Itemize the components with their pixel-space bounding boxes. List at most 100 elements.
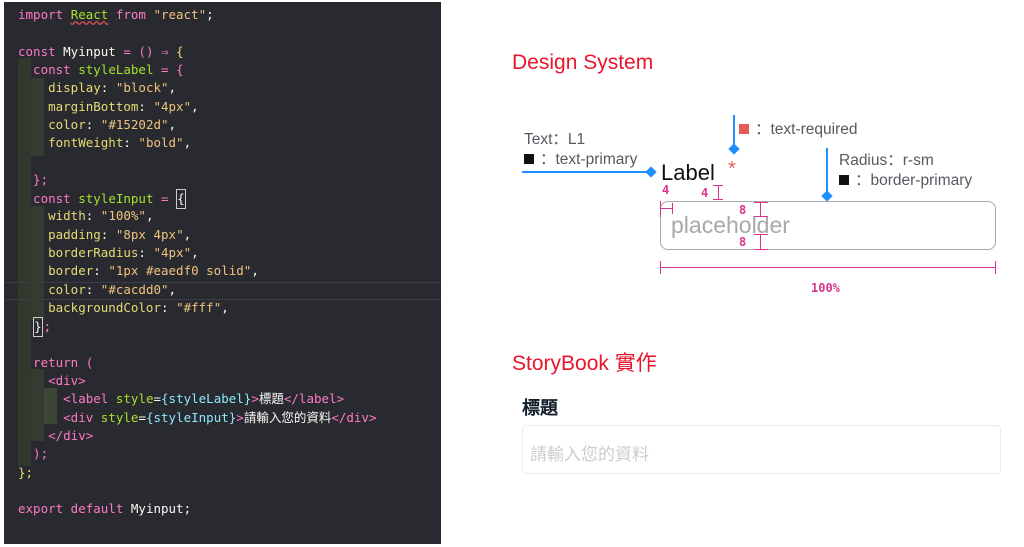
dimension-4-gap: 4 xyxy=(701,186,709,200)
code-token: border xyxy=(18,263,94,279)
code-line: </div> xyxy=(18,427,93,445)
code-line: <div> xyxy=(18,372,86,390)
code-token: import xyxy=(18,7,71,22)
code-token: > xyxy=(251,391,259,407)
code-token: , xyxy=(168,281,177,297)
dimension-tick xyxy=(754,216,768,217)
code-token: = { xyxy=(153,61,184,77)
code-token: styleLabel xyxy=(78,61,154,77)
dimension-tick xyxy=(754,234,768,235)
code-token: = xyxy=(138,409,146,425)
code-line: <label style={styleLabel}>標題</label> xyxy=(18,390,344,408)
code-token: color xyxy=(18,281,86,297)
matched-brace: { xyxy=(176,189,186,209)
code-token: const xyxy=(18,61,79,77)
code-token: display xyxy=(18,80,101,96)
code-token: color xyxy=(18,116,86,132)
code-token: Myinput xyxy=(63,43,116,59)
code-line: }; xyxy=(18,171,48,189)
required-color-note: ：text-required xyxy=(739,117,858,139)
code-token: = () xyxy=(115,43,161,59)
dimension-tick xyxy=(672,203,673,214)
code-token: = xyxy=(153,191,177,206)
color-swatch-black xyxy=(524,154,534,164)
code-line: backgroundColor: "#fff", xyxy=(18,299,229,317)
code-line: }; xyxy=(18,464,33,482)
text-color-note: ：text-primary xyxy=(524,147,637,169)
code-token: {styleInput} xyxy=(145,409,237,425)
code-token: "8px 4px" xyxy=(115,226,184,242)
code-line: width: "100%", xyxy=(18,207,153,225)
code-token: , xyxy=(191,244,199,260)
code-line: marginBottom: "4px", xyxy=(18,98,199,116)
code-token: : xyxy=(161,299,177,315)
code-token: ; xyxy=(43,319,52,335)
code-token: , xyxy=(168,80,177,96)
code-token: ⇒ xyxy=(161,43,169,59)
code-line: ); xyxy=(18,445,48,463)
dimension-4-left: 4 xyxy=(662,183,670,197)
code-token: "100%" xyxy=(100,208,146,224)
code-token: Myinput xyxy=(130,501,184,517)
code-token: : xyxy=(93,263,109,279)
code-line: const Myinput = () ⇒ { xyxy=(18,43,184,61)
dimension-100-percent: 100% xyxy=(811,281,840,295)
pointer-diamond xyxy=(728,143,740,155)
code-line: fontWeight: "bold", xyxy=(18,134,191,152)
code-token: export default xyxy=(18,501,131,517)
code-token: > xyxy=(236,409,244,425)
code-token: </label> xyxy=(283,391,345,407)
code-token: </div> xyxy=(18,427,94,443)
code-token: 標題 xyxy=(258,391,284,407)
code-token: padding xyxy=(18,226,101,242)
code-token: "#fff" xyxy=(176,299,222,315)
code-token: "#cacdd0" xyxy=(100,281,169,297)
pointer-line-radius xyxy=(826,148,828,194)
code-token: , xyxy=(145,208,154,224)
code-token: borderRadius xyxy=(18,244,139,260)
code-token: return ( xyxy=(18,354,94,370)
pointer-diamond xyxy=(645,166,657,178)
code-line: color: "#cacdd0", xyxy=(18,281,176,299)
code-editor[interactable]: import React from "react"; const Myinput … xyxy=(4,2,441,544)
code-token: , xyxy=(168,116,177,132)
code-token: style xyxy=(100,409,139,425)
code-token: "#15202d" xyxy=(100,116,169,132)
code-token: </div> xyxy=(331,409,377,425)
code-token: : xyxy=(100,226,116,242)
matched-brace: } xyxy=(33,317,43,338)
code-line: }; xyxy=(18,317,52,338)
dimension-tick xyxy=(660,201,661,217)
text-color-note-label: ：text-primary xyxy=(540,151,638,168)
border-color-note: ：border-primary xyxy=(839,168,972,190)
code-token: , xyxy=(191,98,199,114)
required-asterisk: * xyxy=(728,158,736,180)
code-line: display: "block", xyxy=(18,79,176,97)
dimension-tick xyxy=(754,249,768,250)
code-line: const styleLabel = { xyxy=(18,61,184,79)
dimension-tick xyxy=(754,202,768,203)
code-line: border: "1px #eaedf0 solid", xyxy=(18,262,259,280)
storybook-heading: StoryBook 實作 xyxy=(512,352,657,375)
code-token: ; xyxy=(206,7,214,22)
code-token: : xyxy=(100,80,116,96)
code-token: : xyxy=(123,135,139,151)
code-token: marginBottom xyxy=(18,98,139,114)
radius-note: Radius：r-sm xyxy=(839,152,934,169)
code-token: <div xyxy=(18,409,101,425)
code-token: const xyxy=(18,191,79,206)
code-line: borderRadius: "4px", xyxy=(18,244,199,262)
border-color-note-label: ：border-primary xyxy=(855,172,973,189)
code-token: , xyxy=(183,226,192,242)
color-swatch-black xyxy=(839,175,849,185)
code-line: return ( xyxy=(18,354,93,372)
dimension-tick xyxy=(760,234,761,249)
pointer-diamond xyxy=(821,190,833,202)
code-token: {styleLabel} xyxy=(161,391,252,407)
code-token: : xyxy=(85,281,101,297)
code-token: }; xyxy=(18,171,49,187)
dimension-tick xyxy=(995,261,996,274)
dimension-tick xyxy=(760,202,761,216)
code-token: 請輸入您的資料 xyxy=(243,409,332,425)
